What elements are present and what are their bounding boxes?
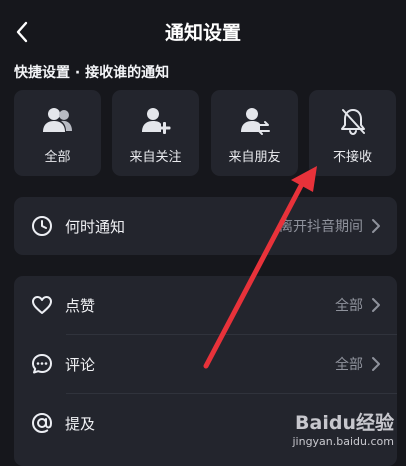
quick-option-all[interactable]: 全部 <box>14 90 101 176</box>
quick-option-none[interactable]: 不接收 <box>309 90 396 176</box>
mentions-label: 提及 <box>65 414 96 433</box>
quick-option-label: 来自朋友 <box>228 150 281 165</box>
chevron-right-icon <box>372 298 380 312</box>
comments-label: 评论 <box>65 355 96 374</box>
timing-row[interactable]: 何时通知 离开抖音期间 <box>14 197 397 255</box>
likes-row[interactable]: 点赞 全部 <box>14 276 397 334</box>
heart-icon <box>31 294 53 316</box>
quick-option-following[interactable]: 来自关注 <box>112 90 199 176</box>
timing-card: 何时通知 离开抖音期间 <box>14 197 397 255</box>
users-icon <box>41 104 75 138</box>
header-bar: 通知设置 <box>0 0 406 62</box>
comments-row[interactable]: 评论 全部 <box>14 335 397 393</box>
comments-value: 全部 <box>335 357 363 373</box>
chevron-right-icon <box>372 219 380 233</box>
chevron-right-icon <box>372 357 380 371</box>
quick-option-label: 全部 <box>44 150 71 165</box>
clock-icon <box>31 215 53 237</box>
timing-label: 何时通知 <box>65 217 126 236</box>
timing-value: 离开抖音期间 <box>279 219 363 235</box>
page-title: 通知设置 <box>164 22 241 44</box>
likes-value: 全部 <box>335 298 363 314</box>
watermark-logo: Baidu经验 <box>295 412 394 434</box>
watermark: Baidu经验 jingyan.baidu.com <box>292 408 394 448</box>
comment-icon <box>31 353 53 375</box>
quick-option-friends[interactable]: 来自朋友 <box>211 90 298 176</box>
user-plus-icon <box>139 104 173 138</box>
likes-label: 点赞 <box>65 296 96 315</box>
watermark-url: jingyan.baidu.com <box>292 435 394 448</box>
quick-option-label: 来自关注 <box>129 150 182 165</box>
quick-option-label: 不接收 <box>332 150 372 165</box>
at-icon <box>31 412 53 434</box>
bell-off-icon <box>336 104 370 138</box>
user-swap-icon <box>238 104 272 138</box>
quick-settings-title: 快捷设置 · 接收谁的通知 <box>14 65 170 81</box>
